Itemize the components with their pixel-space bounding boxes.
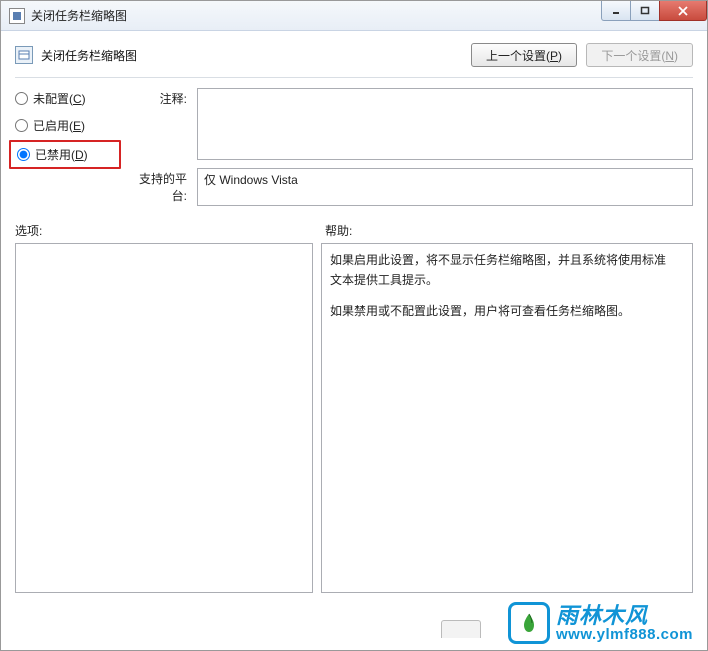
- help-panel: 如果启用此设置，将不显示任务栏缩略图，并且系统将使用标准文本提供工具提示。 如果…: [321, 243, 693, 593]
- window-title: 关闭任务栏缩略图: [31, 7, 127, 24]
- minimize-button[interactable]: [601, 1, 631, 21]
- help-paragraph-2: 如果禁用或不配置此设置，用户将可查看任务栏缩略图。: [330, 301, 672, 321]
- separator: [15, 77, 693, 78]
- radio-disabled-input[interactable]: [17, 148, 30, 161]
- watermark: 雨林木风 www.ylmf888.com: [508, 602, 693, 644]
- policy-title: 关闭任务栏缩略图: [41, 47, 137, 64]
- watermark-url: www.ylmf888.com: [556, 627, 693, 642]
- platform-label: 支持的平台:: [133, 168, 191, 204]
- radio-enabled-input[interactable]: [15, 119, 28, 132]
- watermark-logo-icon: [508, 602, 550, 644]
- help-paragraph-1: 如果启用此设置，将不显示任务栏缩略图，并且系统将使用标准文本提供工具提示。: [330, 250, 672, 291]
- section-labels: 选项: 帮助:: [15, 222, 693, 239]
- radio-enabled[interactable]: 已启用(E): [15, 117, 115, 134]
- content-area: 关闭任务栏缩略图 上一个设置(P) 下一个设置(N) 未配置(C) 已启用(E): [1, 31, 707, 603]
- app-icon: [9, 8, 25, 24]
- supported-platforms-box: 仅 Windows Vista: [197, 168, 693, 206]
- radio-disabled[interactable]: 已禁用(D): [9, 140, 121, 169]
- titlebar: 关闭任务栏缩略图: [1, 1, 707, 31]
- comment-textarea[interactable]: [197, 88, 693, 160]
- next-setting-button[interactable]: 下一个设置(N): [586, 43, 693, 67]
- platform-value: 仅 Windows Vista: [204, 173, 298, 187]
- watermark-title: 雨林木风: [556, 605, 693, 627]
- panels: 如果启用此设置，将不显示任务栏缩略图，并且系统将使用标准文本提供工具提示。 如果…: [15, 243, 693, 593]
- help-label: 帮助:: [325, 222, 352, 239]
- state-radio-group: 未配置(C) 已启用(E) 已禁用(D): [15, 88, 115, 206]
- close-button[interactable]: [659, 1, 707, 21]
- comment-label: 注释:: [133, 88, 191, 107]
- policy-icon: [15, 46, 33, 64]
- maximize-button[interactable]: [630, 1, 660, 21]
- header-row: 关闭任务栏缩略图 上一个设置(P) 下一个设置(N): [15, 43, 693, 67]
- options-label: 选项:: [15, 222, 325, 239]
- radio-not-configured[interactable]: 未配置(C): [15, 90, 115, 107]
- cutoff-button: [441, 620, 481, 638]
- config-row: 未配置(C) 已启用(E) 已禁用(D) 注释: 支持的平台: 仅 Window…: [15, 88, 693, 206]
- previous-setting-button[interactable]: 上一个设置(P): [471, 43, 577, 67]
- radio-not-configured-input[interactable]: [15, 92, 28, 105]
- options-panel: [15, 243, 313, 593]
- window-controls: [602, 1, 707, 21]
